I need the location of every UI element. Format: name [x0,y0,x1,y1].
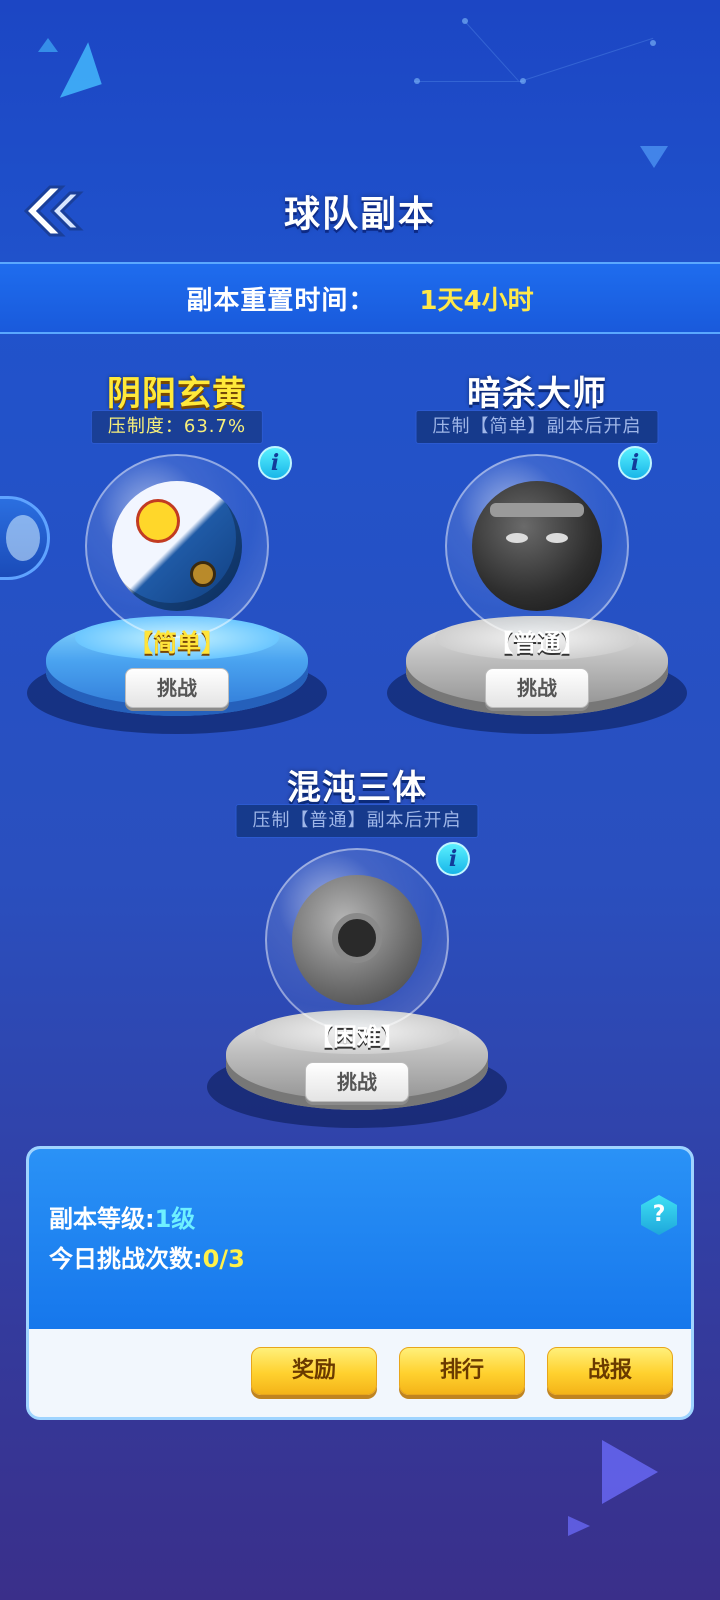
monster-eye [546,533,568,543]
decor-line [414,81,524,82]
attempts-value: 0/3 [202,1245,245,1273]
page-title: 球队副本 [283,194,436,235]
info-icon[interactable]: i [258,446,292,480]
reset-label: 副本重置时间： [186,285,376,316]
dungeon-name: 混沌三体 [287,768,427,808]
challenge-button[interactable]: 挑战 [125,668,229,708]
rank-button[interactable]: 排行 [399,1347,525,1395]
monster-orb[interactable] [265,848,449,1032]
dungeon-level-label: 副本等级: [49,1205,155,1233]
difficulty-label: 【简单】 [129,629,225,657]
attempts-label: 今日挑战次数: [49,1245,203,1273]
decor-triangle [602,1440,658,1504]
challenge-button[interactable]: 挑战 [305,1062,409,1102]
decor-triangle [38,38,58,52]
dungeon-info-panel: 副本等级:1级 今日挑战次数:0/3 ? 奖励 排行 战报 [26,1146,694,1420]
battle-report-button[interactable]: 战报 [547,1347,673,1395]
decor-triangle [568,1516,590,1536]
dungeon-name: 暗杀大师 [467,374,607,414]
chaos-monster-image [292,875,422,1005]
monster-eye [506,533,528,543]
monster-eye [190,561,216,587]
difficulty-label: 【困难】 [309,1023,405,1051]
ninja-monster-image [472,481,602,611]
monster-orb[interactable] [445,454,629,638]
decor-line [519,37,654,82]
dungeon-card-1: 阴阳玄黄 压制度：63.7% i 【简单】 挑战 [12,366,342,756]
reward-button[interactable]: 奖励 [251,1347,377,1395]
decor-triangle [640,146,668,168]
headband [490,503,584,517]
decor-dot [650,40,656,46]
dungeon-card-2: 暗杀大师 压制【简单】副本后开启 i 【普通】 挑战 [372,366,702,756]
info-icon[interactable]: i [436,842,470,876]
dungeon-level-value: 1级 [154,1205,196,1233]
monster-orb[interactable] [85,454,269,638]
info-icon[interactable]: i [618,446,652,480]
decor-line [464,21,519,82]
yinyang-monster-image [112,481,242,611]
dungeon-level-row: 副本等级:1级 [49,1199,195,1234]
challenge-button[interactable]: 挑战 [485,668,589,708]
reset-timer-bar: 副本重置时间： 1天4小时 [0,262,720,334]
dungeon-status: 压制【普通】副本后开启 [235,804,479,838]
dungeon-status: 压制【简单】副本后开启 [415,410,659,444]
dungeon-name: 阴阳玄黄 [107,374,247,414]
monster-eye [136,499,180,543]
dungeon-card-3: 混沌三体 压制【普通】副本后开启 i 【困难】 挑战 [192,760,522,1150]
reset-countdown: 1天4小时 [419,285,534,316]
dungeon-status: 压制度：63.7% [90,410,264,444]
monster-eye [332,913,382,963]
difficulty-label: 【普通】 [489,629,585,657]
team-dungeon-screen: { "header": { "title": "球队副本", "back_ico… [0,0,720,1600]
attempts-row: 今日挑战次数:0/3 [49,1239,245,1274]
